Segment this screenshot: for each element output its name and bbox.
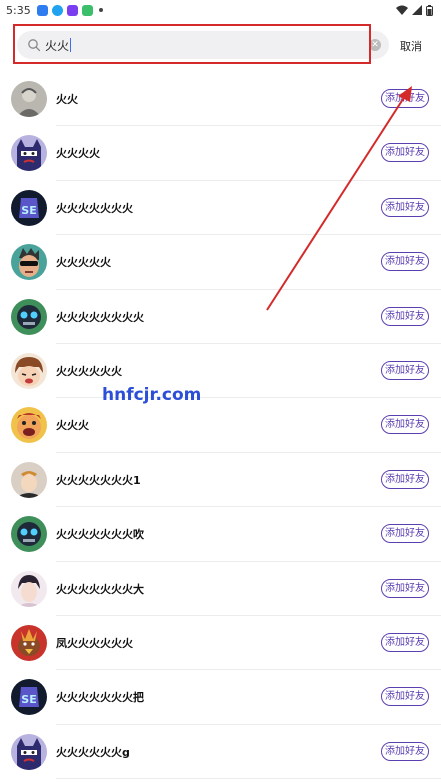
status-time: 5:35: [6, 3, 31, 17]
add-friend-button[interactable]: 添加好友: [381, 687, 429, 707]
avatar[interactable]: [11, 352, 47, 389]
list-item[interactable]: SE 火火火火火火火把 添加好友: [0, 670, 441, 726]
svg-text:SE: SE: [21, 204, 36, 217]
avatar[interactable]: [11, 516, 47, 553]
add-friend-button[interactable]: 添加好友: [381, 252, 429, 272]
cancel-button[interactable]: 取消: [400, 38, 422, 54]
user-name: 凤火火火火火火: [56, 636, 133, 650]
add-friend-button[interactable]: 添加好友: [381, 524, 429, 544]
add-friend-button[interactable]: 添加好友: [381, 89, 429, 108]
wifi-icon: [396, 5, 408, 15]
avatar[interactable]: SE: [11, 679, 47, 716]
list-item[interactable]: 火火火火火 添加好友: [0, 235, 441, 290]
avatar[interactable]: [11, 244, 47, 281]
app-icon-2: [51, 4, 63, 16]
user-name: 火火火火火火火大: [56, 582, 144, 596]
signal-icon: [412, 5, 422, 15]
add-friend-button[interactable]: 添加好友: [381, 306, 429, 326]
add-friend-button[interactable]: 添加好友: [381, 197, 429, 217]
avatar[interactable]: [11, 135, 47, 172]
add-friend-button[interactable]: 添加好友: [381, 632, 429, 652]
list-item[interactable]: 凤火火火火火火 添加好友: [0, 616, 441, 671]
list-item[interactable]: 火火 添加好友: [0, 72, 441, 127]
user-name: 火火火火火火火1: [56, 473, 141, 487]
add-friend-button[interactable]: 添加好友: [381, 360, 429, 380]
search-results-list: 火火 添加好友 火火火火 添加好友 SE 火火火火火火火 添加好友 火火火火火 …: [0, 72, 441, 780]
add-friend-button[interactable]: 添加好友: [381, 741, 429, 761]
user-name: 火火火火火火火: [56, 201, 133, 215]
avatar[interactable]: [11, 298, 47, 335]
list-item[interactable]: 火火火火 添加好友: [0, 126, 441, 182]
avatar[interactable]: [11, 733, 47, 770]
user-name: 火火火: [56, 419, 89, 433]
user-name: 火火火火火火火吹: [56, 528, 144, 542]
app-icon-1: [36, 4, 48, 16]
user-name: 火火火火火火g: [56, 745, 130, 759]
list-item[interactable]: 火火火 添加好友: [0, 398, 441, 454]
user-name: 火火火火火: [56, 256, 111, 270]
avatar[interactable]: SE: [11, 189, 47, 226]
add-friend-button[interactable]: 添加好友: [381, 578, 429, 598]
list-item[interactable]: 火火火火火火 添加好友: [0, 344, 441, 399]
avatar[interactable]: [11, 570, 47, 607]
list-item[interactable]: 火火火火火火火吹 添加好友: [0, 507, 441, 562]
search-highlight-box: [13, 24, 371, 64]
add-friend-button[interactable]: 添加好友: [381, 415, 429, 435]
battery-icon: [426, 4, 433, 16]
avatar[interactable]: [11, 81, 47, 117]
add-friend-button[interactable]: 添加好友: [381, 143, 429, 163]
user-name: 火火火火火火火把: [56, 691, 144, 705]
app-icon-3: [66, 4, 78, 16]
list-item[interactable]: SE 火火火火火火火 添加好友: [0, 181, 441, 236]
notification-dot: [98, 8, 103, 12]
list-item[interactable]: 火火火火火火g 添加好友: [0, 725, 441, 780]
list-item[interactable]: 火火火火火火火大 添加好友: [0, 562, 441, 617]
watermark: hnfcjr.com: [102, 385, 202, 405]
avatar[interactable]: [11, 624, 47, 661]
search-bar: 火火 ✕ 取消: [0, 22, 441, 68]
list-item[interactable]: 火火火火火火火1 添加好友: [0, 453, 441, 508]
avatar[interactable]: [11, 461, 47, 498]
avatar[interactable]: [11, 407, 47, 444]
user-name: 火火火火火火火火: [56, 310, 144, 324]
user-name: 火火: [56, 93, 78, 106]
app-icon-4: [81, 4, 93, 16]
user-name: 火火火火火火: [56, 364, 122, 378]
list-item[interactable]: 火火火火火火火火 添加好友: [0, 290, 441, 345]
svg-text:SE: SE: [21, 693, 36, 706]
add-friend-button[interactable]: 添加好友: [381, 469, 429, 489]
user-name: 火火火火: [56, 147, 100, 161]
status-bar: 5:35: [0, 0, 441, 20]
